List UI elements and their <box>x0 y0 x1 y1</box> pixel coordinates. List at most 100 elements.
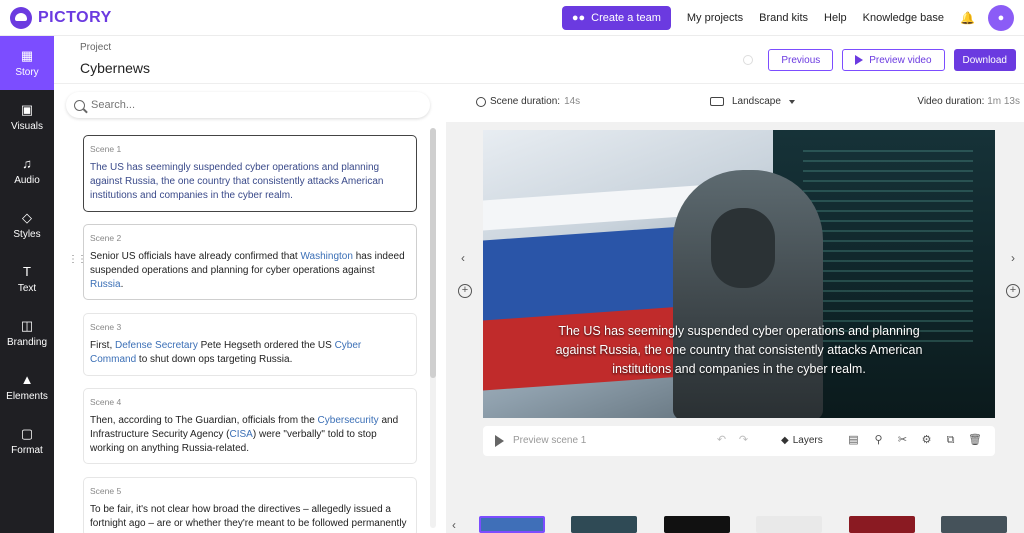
chevron-right-icon[interactable]: › <box>1011 251 1015 265</box>
scene-card[interactable]: Scene 1 The US has seemingly suspended c… <box>83 135 417 212</box>
format-icon: ▢ <box>20 425 34 441</box>
preview-scene-label[interactable]: Preview scene 1 <box>513 435 586 446</box>
video-caption[interactable]: The US has seemingly suspended cyber ope… <box>553 322 925 379</box>
scene-title: Scene 2 <box>90 233 122 243</box>
trash-icon[interactable]: 🗑 <box>968 434 982 447</box>
text-icon: T <box>23 263 31 279</box>
styles-icon: ◇ <box>22 209 32 225</box>
scene-text[interactable]: The US has seemingly suspended cyber ope… <box>90 161 410 203</box>
download-button[interactable]: Download <box>953 49 1016 71</box>
scene-controls: Preview scene 1 ↶ ↷ ◆ Layers ▤ ⚲ ✂ ⚙ ⧉ 🗑 <box>483 426 995 456</box>
branding-icon: ◫ <box>20 317 34 333</box>
previous-button[interactable]: Previous <box>768 49 834 71</box>
sidebar-item-audio[interactable]: ♫ Audio <box>0 144 54 198</box>
scene-text[interactable]: To be fair, it's not clear how broad the… <box>90 503 410 531</box>
keyword: Russia <box>90 279 121 290</box>
search-input[interactable] <box>91 99 411 111</box>
scene-title: Scene 1 <box>90 144 122 154</box>
octopus-logo-icon <box>10 6 32 29</box>
duplicate-icon[interactable]: ⧉ <box>944 434 957 447</box>
drag-handle-icon[interactable]: ⋮⋮ <box>68 255 87 269</box>
sidebar-item-text[interactable]: T Text <box>0 252 54 306</box>
project-label: Project <box>80 42 112 53</box>
scene-card[interactable]: Scene 4 Then, according to The Guardian,… <box>83 388 417 464</box>
chevron-left-icon[interactable]: ‹ <box>461 251 465 265</box>
scene-card[interactable]: Scene 2 Senior US officials have already… <box>83 224 417 300</box>
story-icon: ▦ <box>20 47 34 63</box>
sidebar: ▦ Story ▣ Visuals ♫ Audio ◇ Styles T Tex… <box>0 36 54 533</box>
timeline-thumbnail[interactable] <box>849 516 915 533</box>
scene-text[interactable]: Then, according to The Guardian, officia… <box>90 414 410 456</box>
search-bar[interactable] <box>66 92 430 118</box>
keyword: CISA <box>229 429 253 440</box>
project-header: Project Cybernews Previous Preview video… <box>54 36 1024 84</box>
play-icon <box>855 55 864 65</box>
chevron-left-icon[interactable]: ‹ <box>452 518 456 532</box>
avatar[interactable]: ● <box>988 5 1014 31</box>
visuals-icon: ▣ <box>20 101 34 117</box>
preview-video-button[interactable]: Preview video <box>842 49 945 71</box>
keyword: Defense Secretary <box>115 340 198 351</box>
nav-brand-kits[interactable]: Brand kits <box>759 12 808 24</box>
keyword: Washington <box>300 251 353 262</box>
create-team-button[interactable]: ●● Create a team <box>561 6 671 30</box>
sidebar-item-visuals[interactable]: ▣ Visuals <box>0 90 54 144</box>
scene-text[interactable]: Senior US officials have already confirm… <box>90 250 410 292</box>
bell-icon[interactable]: 🔔 <box>960 12 975 24</box>
preview-toolbar: Scene duration: 14s Landscape Video dura… <box>446 84 1024 122</box>
user-icon: ● <box>997 12 1005 24</box>
scene-title: Scene 4 <box>90 397 122 407</box>
timeline-thumbnail[interactable] <box>479 516 545 533</box>
code-lines <box>803 150 973 350</box>
sidebar-item-branding[interactable]: ◫ Branding <box>0 306 54 360</box>
scissors-icon[interactable]: ✂ <box>896 434 909 447</box>
nav-my-projects[interactable]: My projects <box>687 12 743 24</box>
add-scene-after-icon[interactable]: + <box>1006 284 1020 298</box>
layers-button[interactable]: ◆ Layers <box>781 435 823 446</box>
scene-card[interactable]: Scene 5 To be fair, it's not clear how b… <box>83 477 417 533</box>
scene-title: Scene 5 <box>90 486 122 496</box>
audio-icon: ♫ <box>22 155 32 171</box>
team-icon: ●● <box>571 12 586 24</box>
clock-icon <box>476 96 486 107</box>
sidebar-item-elements[interactable]: ▲ Elements <box>0 360 54 414</box>
timeline-thumbnail[interactable] <box>941 516 1007 533</box>
top-bar: PICTORY ●● Create a team My projects Bra… <box>0 0 1024 36</box>
timeline-thumbnail[interactable] <box>756 516 822 533</box>
gear-icon[interactable]: ⚙ <box>920 434 933 447</box>
scrollbar-thumb[interactable] <box>430 128 436 378</box>
hood-shadow <box>711 208 775 288</box>
scrollbar[interactable] <box>430 128 436 528</box>
keyword: Cybersecurity <box>317 415 379 426</box>
video-preview[interactable]: The US has seemingly suspended cyber ope… <box>483 130 995 418</box>
closed-captions-icon[interactable]: ▤ <box>847 434 860 447</box>
logo-text: PICTORY <box>38 8 112 26</box>
status-dot-icon <box>743 55 754 65</box>
nav-help[interactable]: Help <box>824 12 847 24</box>
add-scene-before-icon[interactable]: + <box>458 284 472 298</box>
orientation-select[interactable]: Landscape <box>710 96 795 107</box>
logo[interactable]: PICTORY <box>10 6 112 29</box>
scene-duration[interactable]: Scene duration: 14s <box>476 96 580 107</box>
scene-text[interactable]: First, Defense Secretary Pete Hegseth or… <box>90 339 410 367</box>
undo-icon[interactable]: ↶ <box>715 434 728 447</box>
elements-icon: ▲ <box>20 371 34 387</box>
microphone-icon[interactable]: ⚲ <box>872 434 885 447</box>
sidebar-item-format[interactable]: ▢ Format <box>0 414 54 468</box>
video-duration: Video duration: 1m 13s <box>917 96 1020 107</box>
sidebar-item-story[interactable]: ▦ Story <box>0 36 54 90</box>
scene-title: Scene 3 <box>90 322 122 332</box>
preview-panel: Scene duration: 14s Landscape Video dura… <box>446 84 1024 533</box>
timeline-thumbnail[interactable] <box>664 516 730 533</box>
scene-panel: ⋮⋮ Scene 1 The US has seemingly suspende… <box>54 84 446 533</box>
play-icon[interactable] <box>495 435 504 447</box>
nav-knowledge-base[interactable]: Knowledge base <box>863 12 944 24</box>
redo-icon[interactable]: ↷ <box>737 434 750 447</box>
scene-card[interactable]: Scene 3 First, Defense Secretary Pete He… <box>83 313 417 376</box>
timeline-thumbnail[interactable] <box>571 516 637 533</box>
layers-icon: ◆ <box>781 435 789 446</box>
project-name[interactable]: Cybernews <box>80 60 150 76</box>
sidebar-item-styles[interactable]: ◇ Styles <box>0 198 54 252</box>
chevron-down-icon <box>788 99 795 104</box>
search-icon <box>74 99 85 111</box>
